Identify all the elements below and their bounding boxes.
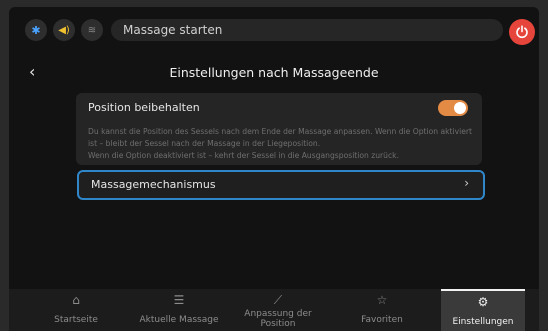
nav-item-startseite[interactable]: ⌂ Startseite bbox=[33, 289, 119, 331]
page-title: Einstellungen nach Massageende bbox=[169, 65, 379, 80]
position-toggle[interactable] bbox=[438, 100, 468, 116]
nav-item-anpassung-der-position[interactable]: ⟋ Anpassung der Position bbox=[235, 289, 321, 331]
sliders-icon: ☰ bbox=[173, 293, 185, 307]
power-icon bbox=[516, 25, 528, 39]
star-icon: ☆ bbox=[376, 293, 388, 307]
heat-icon[interactable]: ≋ bbox=[81, 19, 103, 41]
home-icon: ⌂ bbox=[72, 293, 80, 307]
recline-icon: ⟋ bbox=[273, 293, 283, 307]
sound-icon[interactable]: ◀) bbox=[53, 19, 75, 41]
app-screen: ✱ ◀) ≋ Massage starten ‹ Einstellungen n… bbox=[9, 7, 539, 331]
nav-label: Aktuelle Massage bbox=[139, 315, 219, 325]
nav-label: Einstellungen bbox=[452, 317, 514, 327]
chevron-right-icon: › bbox=[464, 176, 469, 190]
nav-label: Anpassung der Position bbox=[244, 309, 312, 329]
position-option-card: Position beibehalten Du kannst die Posit… bbox=[76, 93, 482, 165]
massage-mechanism-label: Massagemechanismus bbox=[91, 178, 216, 191]
bluetooth-icon[interactable]: ✱ bbox=[25, 19, 47, 41]
top-bar: ✱ ◀) ≋ Massage starten bbox=[9, 7, 539, 55]
nav-label: Favoriten bbox=[361, 315, 403, 325]
nav-label: Startseite bbox=[54, 315, 98, 325]
description-line-2: Wenn die Option deaktiviert ist – kehrt … bbox=[88, 151, 399, 160]
position-option-label: Position beibehalten bbox=[88, 101, 200, 114]
gear-icon: ⚙ bbox=[477, 295, 489, 309]
bottom-nav: ⌂ Startseite ☰ Aktuelle Massage ⟋ Anpass… bbox=[9, 289, 539, 331]
position-option-description: Du kannst die Position des Sessels nach … bbox=[88, 126, 476, 162]
power-button[interactable] bbox=[509, 19, 535, 45]
status-message[interactable]: Massage starten bbox=[111, 19, 503, 41]
description-line-1: Du kannst die Position des Sessels nach … bbox=[88, 127, 472, 148]
nav-item-favoriten[interactable]: ☆ Favoriten bbox=[339, 289, 425, 331]
nav-item-aktuelle-massage[interactable]: ☰ Aktuelle Massage bbox=[129, 289, 229, 331]
massage-mechanism-row[interactable]: Massagemechanismus › bbox=[77, 170, 485, 200]
nav-item-einstellungen[interactable]: ⚙ Einstellungen bbox=[441, 289, 525, 331]
